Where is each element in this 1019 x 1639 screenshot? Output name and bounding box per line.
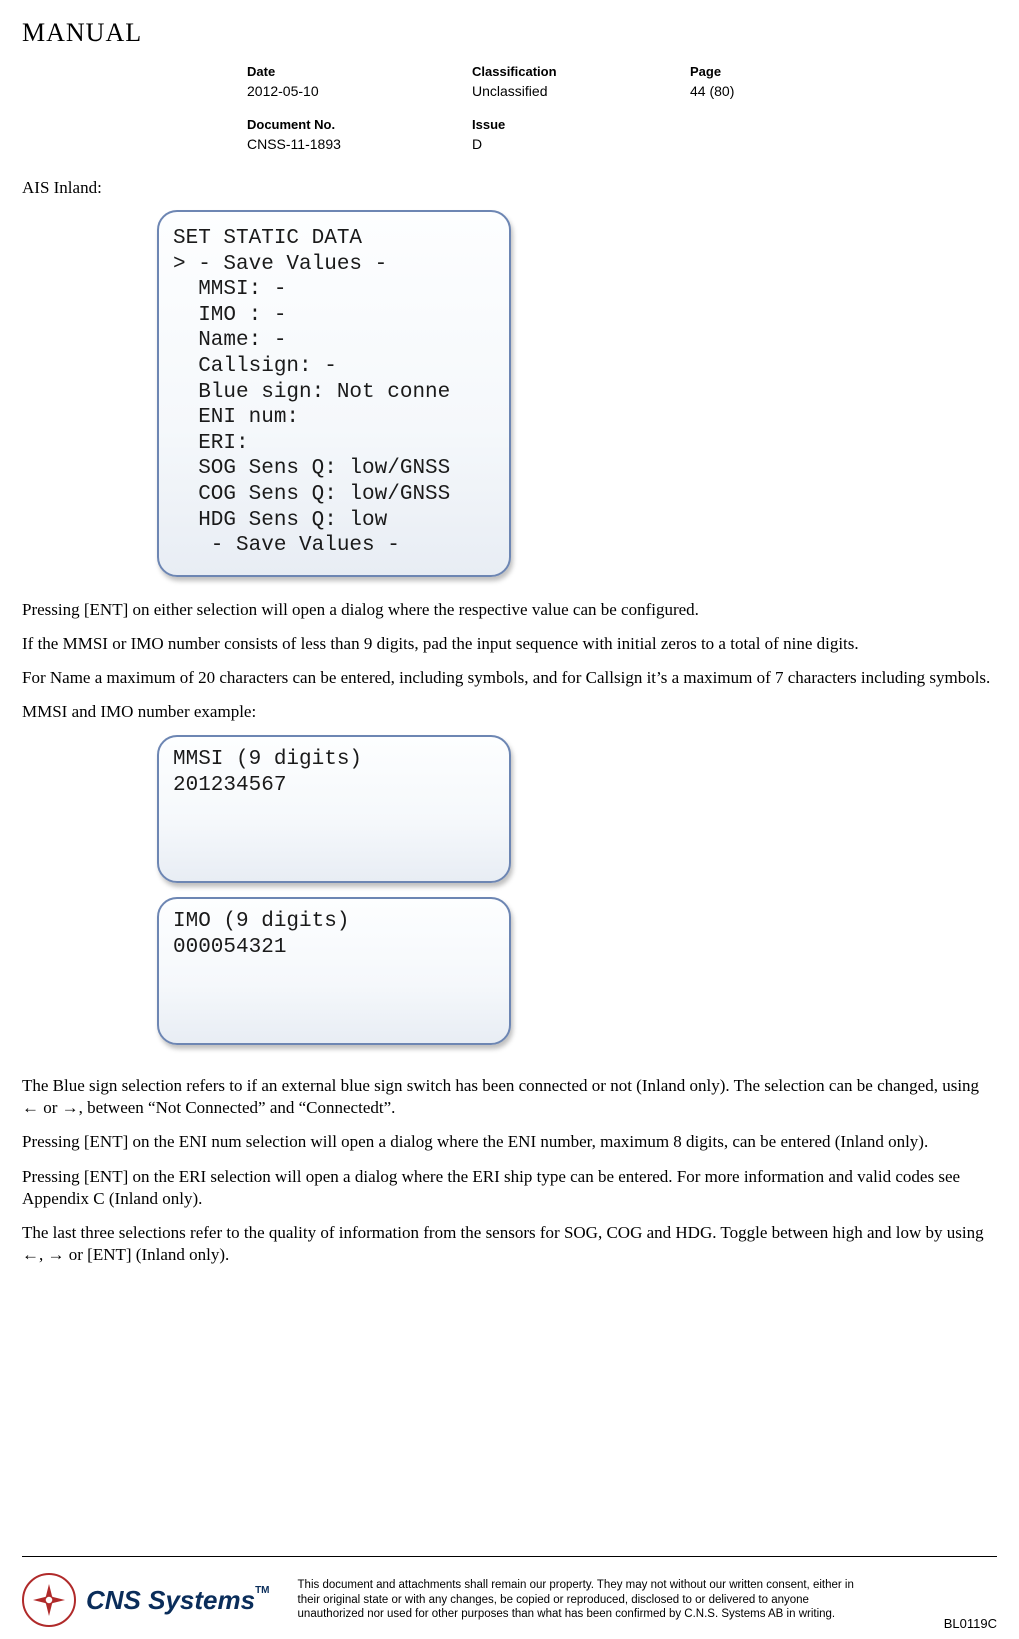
paragraph: Pressing [ENT] on the ENI num selection …	[22, 1131, 997, 1153]
lcd-screen-mmsi: MMSI (9 digits) 201234567	[157, 735, 511, 883]
lcd2-line: 201234567	[173, 774, 286, 797]
paragraph: Pressing [ENT] on either selection will …	[22, 599, 997, 621]
lcd1-line: SOG Sens Q: low/GNSS	[173, 457, 450, 480]
paragraph: The last three selections refer to the q…	[22, 1222, 997, 1266]
lcd1-line: IMO : -	[173, 304, 286, 327]
meta-issue-value: D	[472, 136, 690, 152]
page-footer: CNS SystemsTM This document and attachme…	[22, 1556, 997, 1627]
paragraph: If the MMSI or IMO number consists of le…	[22, 633, 997, 655]
compass-icon	[22, 1573, 76, 1627]
lcd1-line: SET STATIC DATA	[173, 227, 362, 250]
meta-docno-label: Document No.	[247, 117, 472, 132]
lcd-screen-static-data: SET STATIC DATA > - Save Values - MMSI: …	[157, 210, 511, 577]
company-logo: CNS SystemsTM	[22, 1573, 270, 1627]
lcd1-line: HDG Sens Q: low	[173, 509, 387, 532]
lcd-screen-imo: IMO (9 digits) 000054321	[157, 897, 511, 1045]
lcd3-line: IMO (9 digits)	[173, 910, 349, 933]
paragraph: For Name a maximum of 20 characters can …	[22, 667, 997, 689]
lcd1-line: Blue sign: Not conne	[173, 381, 450, 404]
lcd1-line: - Save Values -	[173, 534, 400, 557]
lcd1-line: Callsign: -	[173, 355, 337, 378]
lcd1-line: MMSI: -	[173, 278, 286, 301]
meta-date-value: 2012-05-10	[247, 83, 472, 99]
document-meta: Date Classification Page 2012-05-10 Uncl…	[247, 64, 997, 152]
meta-issue-label: Issue	[472, 117, 690, 132]
intro-label: AIS Inland:	[22, 178, 997, 198]
paragraph: Pressing [ENT] on the ERI selection will…	[22, 1166, 997, 1210]
lcd1-line: > - Save Values -	[173, 253, 387, 276]
lcd3-line: 000054321	[173, 936, 286, 959]
paragraph: The Blue sign selection refers to if an …	[22, 1075, 997, 1119]
document-title: MANUAL	[22, 18, 997, 48]
page-code: BL0119C	[944, 1616, 997, 1631]
footer-disclaimer: This document and attachments shall rema…	[298, 1578, 858, 1621]
lcd2-line: MMSI (9 digits)	[173, 748, 362, 771]
meta-page-value: 44 (80)	[690, 83, 870, 99]
meta-page-label: Page	[690, 64, 870, 79]
lcd1-line: ERI:	[173, 432, 249, 455]
meta-docno-value: CNSS-11-1893	[247, 136, 472, 152]
lcd1-line: ENI num:	[173, 406, 299, 429]
lcd1-line: Name: -	[173, 329, 286, 352]
meta-class-value: Unclassified	[472, 83, 690, 99]
lcd1-line: COG Sens Q: low/GNSS	[173, 483, 450, 506]
meta-date-label: Date	[247, 64, 472, 79]
trademark-symbol: TM	[255, 1585, 269, 1596]
company-name: CNS Systems	[86, 1585, 255, 1615]
paragraph: MMSI and IMO number example:	[22, 701, 997, 723]
meta-class-label: Classification	[472, 64, 690, 79]
